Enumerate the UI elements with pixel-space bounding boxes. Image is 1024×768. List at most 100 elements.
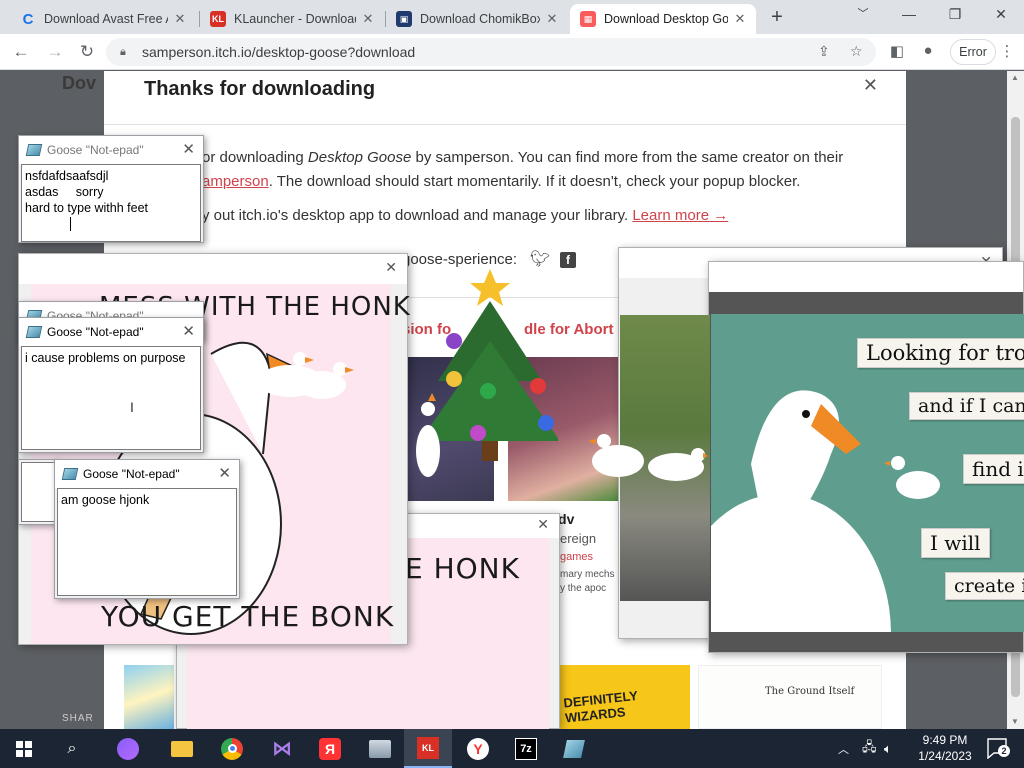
search-button[interactable]: ⌕ [48,729,96,768]
volume-icon[interactable]: 🔈︎ [884,729,892,768]
notepad-app-icon [61,468,79,480]
creator-link[interactable]: amperson [202,173,269,190]
close-icon[interactable]: ✕ [385,259,397,276]
tab-avast[interactable]: C Download Avast Free A ✕ [10,4,196,34]
notepad-line: i cause problems on purpose [25,351,186,365]
reload-icon[interactable]: ↻ [74,40,100,64]
close-icon[interactable]: ✕ [732,11,748,27]
taskbar-clock[interactable]: 9:49 PM 1/24/2023 [904,732,986,764]
tab-chomikbox[interactable]: ▣ Download ChomikBox ✕ [386,4,568,34]
tray-chevron-icon[interactable]: ︿ [838,729,849,768]
image-window-titlebar[interactable] [709,262,1023,292]
game-thumbnail-wizards[interactable]: DEFINITELY WIZARDS [560,665,690,729]
network-app-icon [369,739,391,758]
taskbar-app-visual-studio[interactable]: ⋈ [258,729,306,768]
tab-title: Download Desktop Go [604,12,728,26]
app-paragraph: y out itch.io's desktop app to download … [202,204,728,228]
minimize-button[interactable]: — [886,0,932,30]
notepad-textarea[interactable]: nsfdafdsaafsdjl asdas sorry hard to type… [21,164,201,242]
yandex-browser-icon: Y [467,737,489,760]
notepad-titlebar[interactable]: Goose "Not-epad" ✕ [19,318,203,346]
address-bar[interactable]: 🔒︎ samperson.itch.io/desktop-goose?downl… [106,38,876,66]
taskbar-app-yandex[interactable]: Я [306,729,354,768]
taskbar-app-klauncher[interactable]: KL [404,729,452,768]
close-icon[interactable]: ✕ [537,516,549,533]
tab-itchio-favicon: ▦ [580,11,596,27]
new-tab-button[interactable]: + [768,6,786,30]
notepad-textarea[interactable]: i cause problems on purpose I [21,346,201,450]
alice-assistant-icon [117,737,139,760]
learn-more-link[interactable]: Learn more → [632,207,728,224]
taskbar-app-explorer[interactable] [158,729,206,768]
taskbar-app-chrome[interactable] [208,729,256,768]
forward-arrow-icon[interactable]: → [42,40,68,64]
address-url: samperson.itch.io/desktop-goose?download [142,44,416,60]
bookmark-star-icon[interactable]: ☆ [850,43,863,60]
network-icon[interactable]: 🖧︎ [862,729,877,768]
ransom-word: and if I can [909,392,1024,420]
card-desc: y the apoc [560,583,607,594]
scroll-down-icon[interactable]: ▼ [1011,717,1019,726]
close-icon[interactable]: ✕ [218,464,231,482]
notepad-titlebar[interactable]: Goose "Not-epad" ✕ [55,460,239,488]
tab-klauncher[interactable]: KL KLauncher - Download ✕ [200,4,384,34]
game-thumbnail-ground[interactable]: The Ground Itself [698,665,882,729]
meme-caption: E HONK [405,552,520,585]
close-icon[interactable]: ✕ [360,11,376,27]
taskbar-app-alice[interactable] [104,729,152,768]
close-icon[interactable]: ✕ [863,75,878,96]
notification-center-button[interactable]: 2 [986,737,1010,760]
notepad-app-icon [25,144,43,156]
taskbar-app-yandex-browser[interactable]: Y [454,729,502,768]
meme-caption-bottom: YOU GET THE BONK [101,600,395,633]
goose-notepad-window[interactable]: Goose "Not-epad" ✕ i cause problems on pu… [18,317,204,453]
goose-notepad-window-fragment[interactable] [18,459,58,525]
menu-kebab-icon[interactable]: ⋮ [997,42,1017,62]
share-icon[interactable]: ⇪ [818,43,830,60]
taskbar-app-network[interactable] [356,729,404,768]
goose-image-window-ransom-front[interactable]: Looking for trou and if I can find i I w… [671,261,1024,729]
game-thumbnail[interactable] [124,665,174,729]
goose-sprite-icon [416,393,440,477]
para-text: by samperson. You can find more from the… [411,149,844,166]
close-icon[interactable]: ✕ [182,140,195,158]
notepad-title: Goose "Not-epad" [47,325,144,339]
card-genre[interactable]: games [560,551,593,563]
goose-sprite-icon [588,434,708,481]
tab-search-chevron-icon[interactable]: ﹀ [840,0,886,30]
tab-title: Download ChomikBox [420,12,540,26]
lock-icon: 🔒︎ [120,45,126,58]
card-subtitle: ereign [560,531,597,546]
close-icon[interactable]: ✕ [544,11,560,27]
tab-chomikbox-favicon: ▣ [396,11,412,27]
taskbar-app-7zip[interactable]: 7z [502,729,550,768]
goose-notepad-window[interactable]: Goose "Not-epad" ✕ am goose hjonk [54,459,240,599]
scroll-up-icon[interactable]: ▲ [1011,73,1019,82]
close-window-button[interactable]: ✕ [978,0,1024,30]
close-icon[interactable]: ✕ [182,322,195,340]
profile-avatar-icon[interactable]: ● [918,42,938,62]
image-window-titlebar[interactable]: ✕ [19,254,407,284]
klauncher-icon: KL [417,736,439,759]
search-icon: ⌕ [67,739,77,757]
clock-date: 1/24/2023 [918,749,972,763]
start-button[interactable] [0,729,48,768]
notepad-line: am goose hjonk [61,493,150,507]
facebook-icon[interactable]: f [560,252,576,268]
close-icon[interactable]: ✕ [172,11,188,27]
browser-tab-strip: C Download Avast Free A ✕ KL KLauncher -… [0,0,1024,34]
side-panel-icon[interactable]: ◧ [887,42,907,62]
back-arrow-icon[interactable]: ← [8,40,34,64]
restore-button[interactable]: ❐ [932,0,978,30]
notepad-titlebar[interactable]: Goose "Not-epad" ✕ [19,136,203,164]
web-page: Dov Thanks for downloading ✕ or download… [0,71,1024,729]
tab-desktop-goose[interactable]: ▦ Download Desktop Go ✕ [570,4,756,34]
profile-error-button[interactable]: Error [950,39,996,65]
notepad-textarea[interactable]: am goose hjonk [57,488,237,596]
yandex-icon: Я [319,737,341,760]
visual-studio-icon: ⋈ [272,738,292,760]
taskbar-app-goose[interactable] [550,729,598,768]
notepad-textarea[interactable] [21,462,55,522]
notepad-line: nsfdafdsaafsdjl [25,169,109,183]
goose-notepad-window[interactable]: Goose "Not-epad" ✕ nsfdafdsaafsdjl asdas … [18,135,204,243]
